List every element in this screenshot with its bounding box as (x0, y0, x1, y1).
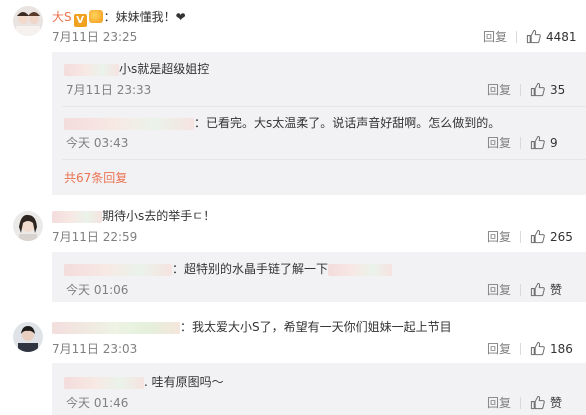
reply-meta: 今天 01:06 回复 赞 (0, 281, 586, 299)
like-count: 265 (550, 230, 573, 244)
reply-line: . 哇有原图吗～ (64, 374, 224, 390)
timestamp: 7月11日 22:59 (52, 230, 138, 244)
reply-text: ：已看完。大s太温柔了。说话声音好甜啊。怎么做到的。 (194, 116, 501, 130)
reply-button[interactable]: 回复 (487, 134, 511, 152)
thumbs-up-icon (530, 341, 545, 356)
comment-meta: 7月11日 23:03 回复 186 (0, 340, 586, 358)
thumbs-up-icon (530, 282, 545, 297)
like-count: 35 (550, 83, 566, 97)
more-replies-link[interactable]: 共67条回复 (64, 170, 127, 186)
reply-separator (62, 159, 586, 160)
reply-line: ：超特别的水晶手链了解一下 (64, 261, 393, 277)
divider (520, 343, 521, 355)
reply-meta: 今天 03:43 回复 9 (0, 134, 586, 152)
reply-meta: 今天 01:46 回复 赞 (0, 394, 586, 412)
like-button[interactable]: 赞 (530, 394, 562, 412)
blurred-username (52, 321, 180, 334)
thumbs-up-icon (530, 395, 545, 410)
divider (520, 84, 521, 96)
reply-button[interactable]: 回复 (487, 281, 511, 299)
blurred-text (328, 263, 393, 276)
vip-badge-icon (88, 10, 103, 23)
reply-button[interactable]: 回复 (487, 81, 511, 99)
comment-meta: 7月11日 22:59 回复 265 (0, 228, 586, 246)
timestamp: 今天 01:46 (66, 396, 129, 410)
blurred-username (52, 210, 102, 223)
divider (520, 397, 521, 409)
comment-1: 大S V ：妹妹懂我！❤ 7月11日 23:25 回复 4481 小s就是超级姐控 … (0, 0, 586, 195)
comment-line: 期待小s去的举手ㄷ！ (52, 208, 215, 224)
like-button[interactable]: 赞 (530, 281, 562, 299)
like-button[interactable]: 265 (530, 228, 573, 246)
like-label: 赞 (550, 396, 563, 410)
divider (520, 137, 521, 149)
reply-button[interactable]: 回复 (483, 28, 507, 46)
like-count: 4481 (546, 30, 577, 44)
reply-button[interactable]: 回复 (487, 394, 511, 412)
like-count: 9 (550, 136, 558, 150)
reply-separator (62, 106, 586, 107)
divider (520, 284, 521, 296)
blurred-username (64, 117, 194, 130)
like-button[interactable]: 35 (530, 81, 565, 99)
thumbs-up-icon (530, 82, 545, 97)
comment-line: 大S V ：妹妹懂我！❤ (52, 9, 186, 27)
comment-text: ：我太爱大小S了，希望有一天你们姐妹一起上节目 (180, 320, 452, 334)
like-button[interactable]: 4481 (526, 28, 577, 46)
timestamp: 7月11日 23:03 (52, 342, 138, 356)
blurred-username (64, 263, 172, 276)
like-button[interactable]: 186 (530, 340, 573, 358)
timestamp: 7月11日 23:33 (66, 83, 152, 97)
divider (516, 31, 517, 43)
comment-text: 期待小s去的举手ㄷ！ (102, 209, 216, 223)
reply-text: 哇有原图吗～ (151, 375, 224, 389)
comment-3: ：我太爱大小S了，希望有一天你们姐妹一起上节目 7月11日 23:03 回复 1… (0, 0, 586, 415)
blurred-username (64, 376, 144, 389)
verified-v-icon: V (73, 14, 87, 27)
reply-button[interactable]: 回复 (487, 340, 511, 358)
reply-text: 小s就是超级姐控 (119, 62, 210, 76)
timestamp: 今天 01:06 (66, 283, 129, 297)
timestamp: 7月11日 23:25 (52, 30, 138, 44)
reply-text: ：超特别的水晶手链了解一下 (172, 262, 329, 276)
like-count: 186 (550, 342, 573, 356)
reply-meta: 7月11日 23:33 回复 35 (0, 81, 586, 99)
thumbs-up-icon (526, 29, 541, 44)
reply-line: 小s就是超级姐控 (64, 61, 209, 77)
reply-line: ：已看完。大s太温柔了。说话声音好甜啊。怎么做到的。 (64, 115, 500, 131)
like-label: 赞 (550, 283, 563, 297)
comment-line: ：我太爱大小S了，希望有一天你们姐妹一起上节目 (52, 319, 452, 335)
comment-text: ：妹妹懂我！❤ (103, 10, 186, 24)
blurred-username (64, 63, 119, 76)
reply-separator-dot: . (144, 375, 148, 389)
like-button[interactable]: 9 (530, 134, 558, 152)
username-link[interactable]: 大S (52, 10, 72, 24)
reply-button[interactable]: 回复 (487, 228, 511, 246)
thumbs-up-icon (530, 229, 545, 244)
divider (520, 231, 521, 243)
thumbs-up-icon (530, 135, 545, 150)
timestamp: 今天 03:43 (66, 136, 129, 150)
comment-meta: 7月11日 23:25 回复 4481 (0, 28, 586, 46)
